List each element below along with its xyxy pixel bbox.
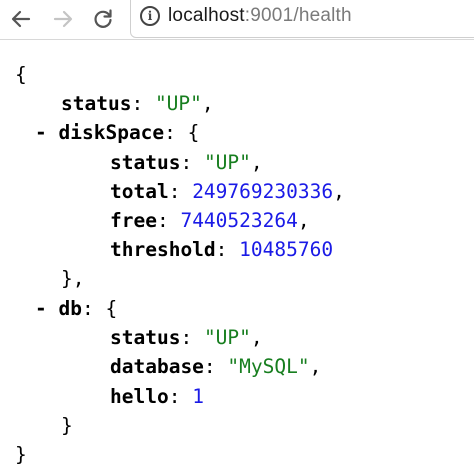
json-line-total: total: 249769230336,	[110, 180, 345, 203]
json-key: status	[61, 92, 132, 115]
json-line-threshold: threshold: 10485760	[110, 238, 334, 261]
json-number-value: 1	[192, 385, 204, 408]
json-string-value: "UP"	[154, 92, 202, 115]
forward-button[interactable]	[50, 6, 76, 32]
json-line-db-status: status: "UP",	[110, 326, 263, 349]
forward-arrow-icon	[53, 10, 73, 28]
json-number-value: 10485760	[239, 238, 334, 261]
address-bar[interactable]: i localhost:9001/health	[130, 0, 474, 38]
back-arrow-icon	[11, 10, 31, 28]
reload-icon	[94, 9, 112, 28]
json-root-close: }	[15, 443, 27, 466]
json-key: threshold	[110, 238, 216, 261]
json-line-hello: hello: 1	[110, 385, 204, 408]
json-string-value: "MySQL"	[227, 355, 310, 378]
json-key: free	[110, 209, 157, 232]
json-line-db: - db: {	[35, 297, 118, 320]
json-line-diskspace: - diskSpace: {	[35, 121, 200, 144]
json-diskspace-close: },	[61, 267, 85, 290]
json-string-value: "UP"	[203, 326, 251, 349]
json-number-value: 249769230336	[192, 180, 334, 203]
json-key: hello	[110, 385, 169, 408]
collapse-toggle[interactable]: -	[35, 297, 47, 320]
collapse-toggle[interactable]: -	[35, 121, 47, 144]
url-text[interactable]: localhost:9001/health	[168, 5, 352, 27]
json-line-status: status: "UP",	[61, 92, 214, 115]
json-key: diskSpace	[58, 121, 165, 144]
json-root-open: {	[15, 63, 27, 86]
reload-button[interactable]	[90, 6, 116, 32]
url-host: localhost	[168, 5, 245, 26]
json-key: db	[58, 297, 82, 320]
json-line-diskspace-status: status: "UP",	[110, 151, 263, 174]
json-number-value: 7440523264	[180, 209, 298, 232]
json-key: database	[110, 355, 204, 378]
back-button[interactable]	[8, 6, 34, 32]
json-line-database: database: "MySQL",	[110, 355, 322, 378]
browser-toolbar: i localhost:9001/health	[0, 0, 474, 40]
info-icon[interactable]: i	[140, 6, 160, 26]
json-key: total	[110, 180, 169, 203]
json-db-close: }	[61, 414, 73, 437]
json-key: status	[110, 326, 181, 349]
json-string-value: "UP"	[203, 151, 251, 174]
json-key: status	[110, 151, 181, 174]
url-path: :9001/health	[244, 5, 352, 26]
json-line-free: free: 7440523264,	[110, 209, 310, 232]
